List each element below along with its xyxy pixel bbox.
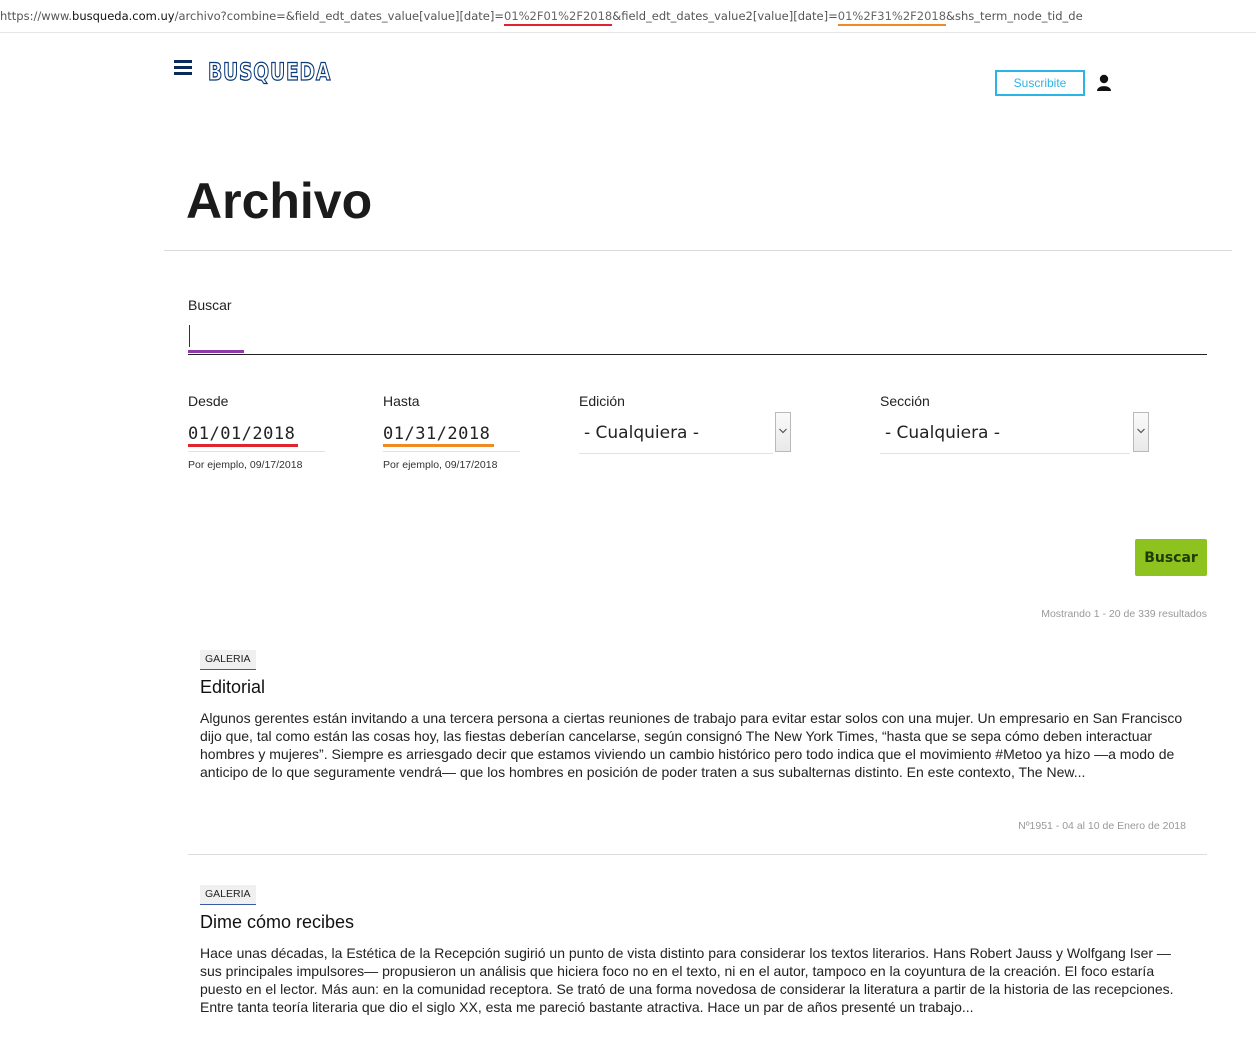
result-excerpt: Hace unas décadas, la Estética de la Rec… — [200, 945, 1174, 1015]
to-date-label: Hasta — [383, 393, 420, 409]
search-submit-button[interactable]: Buscar — [1135, 539, 1207, 576]
result-edition-info: Nº1951 - 04 al 10 de Enero de 2018 — [1018, 820, 1186, 832]
edition-label: Edición — [579, 393, 625, 409]
edition-underline — [579, 453, 773, 454]
url-date-to: 01%2F31%2F2018 — [837, 9, 947, 26]
address-bar[interactable]: https://www.busqueda.com.uy/archivo?comb… — [0, 0, 1256, 33]
chevron-down-icon[interactable] — [775, 412, 791, 452]
from-date-marker — [188, 444, 298, 447]
site-logo[interactable]: BUSQUEDA — [207, 57, 331, 92]
url-domain: busqueda.com.uy — [72, 9, 175, 23]
to-date-underline — [383, 451, 520, 452]
result-item: GALERIA Dime cómo recibes Hace unas déca… — [188, 885, 1207, 1039]
result-item: GALERIA Editorial Algunos gerentes están… — [188, 650, 1207, 860]
user-icon[interactable] — [1096, 74, 1112, 92]
page-title: Archivo — [186, 173, 373, 229]
from-date-label: Desde — [188, 393, 229, 409]
from-date-hint: Por ejemplo, 09/17/2018 — [188, 459, 303, 471]
result-divider — [188, 854, 1207, 855]
subscribe-button[interactable]: Suscribite — [995, 70, 1085, 96]
to-date-marker — [383, 444, 494, 447]
url-date-from: 01%2F01%2F2018 — [504, 9, 613, 26]
chevron-down-icon[interactable] — [1133, 412, 1149, 452]
category-badge[interactable]: GALERIA — [200, 885, 256, 905]
edition-select[interactable]: - Cualquiera - — [579, 412, 793, 454]
section-label: Sección — [880, 393, 930, 409]
section-select[interactable]: - Cualquiera - — [880, 412, 1151, 454]
url-middle: &field_edt_dates_value2[value][date]= — [612, 9, 838, 23]
hamburger-menu-icon[interactable] — [174, 60, 192, 76]
result-excerpt: Algunos gerentes están invitando a una t… — [200, 710, 1183, 780]
search-label: Buscar — [188, 297, 232, 313]
url-tail: &shs_term_node_tid_de — [946, 9, 1083, 23]
result-title[interactable]: Dime cómo recibes — [200, 912, 354, 933]
url-path: /archivo?combine=&field_edt_dates_value[… — [174, 9, 504, 23]
url-prefix: https://www. — [0, 9, 73, 23]
title-divider — [164, 250, 1232, 251]
section-underline — [880, 453, 1130, 454]
to-date-hint: Por ejemplo, 09/17/2018 — [383, 459, 498, 471]
edition-selected-value: - Cualquiera - — [584, 423, 700, 443]
results-count: Mostrando 1 - 20 de 339 resultados — [1041, 608, 1207, 620]
search-focus-marker — [188, 350, 244, 353]
search-input[interactable] — [188, 322, 1207, 355]
category-badge[interactable]: GALERIA — [200, 650, 256, 670]
from-date-underline — [188, 451, 325, 452]
result-title[interactable]: Editorial — [200, 677, 265, 698]
text-caret — [189, 325, 190, 347]
url-fade — [1206, 0, 1256, 32]
section-selected-value: - Cualquiera - — [885, 423, 1001, 443]
